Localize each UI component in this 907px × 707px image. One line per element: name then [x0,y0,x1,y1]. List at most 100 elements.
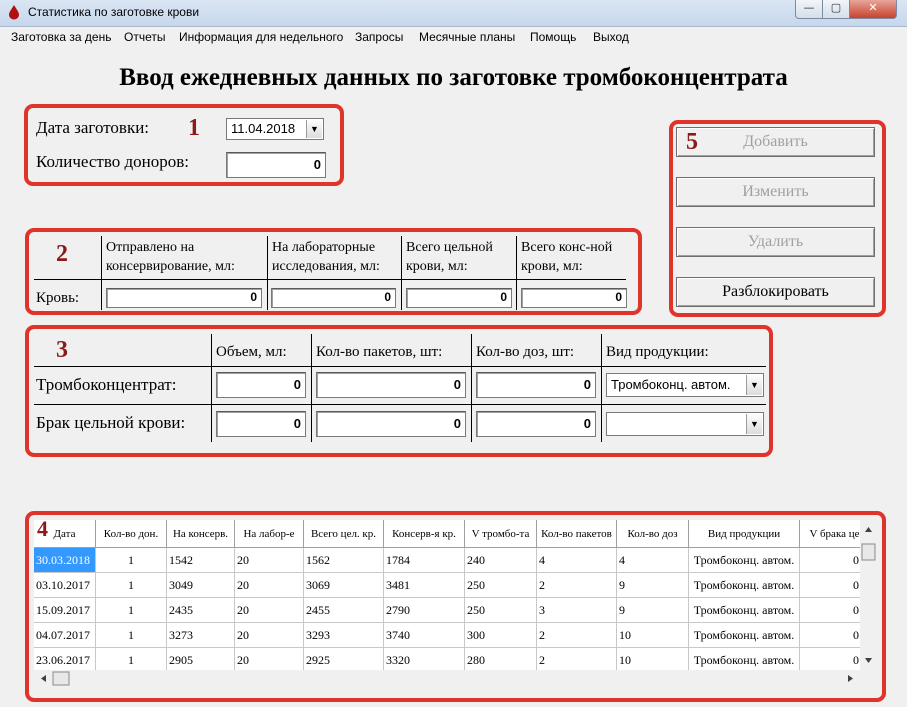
col-header-donors[interactable]: Кол-во дон. [96,520,167,548]
col-header-conserve[interactable]: На консерв. [167,520,235,548]
table-cell-date[interactable]: 03.10.2017 [34,573,96,598]
platelet-doses-field[interactable]: 0 [476,372,596,398]
table-cell-donors[interactable]: 1 [96,623,167,648]
table-cell-whole-blood[interactable]: 3069 [304,573,384,598]
unlock-button[interactable]: Разблокировать [676,277,875,307]
table-cell-donors[interactable]: 1 [96,573,167,598]
close-button[interactable]: ✕ [849,0,897,19]
chevron-down-icon[interactable]: ▼ [746,375,762,395]
table-cell-platelet-volume[interactable]: 300 [465,623,537,648]
col-header-cons-blood[interactable]: Консерв-я кр. [384,520,465,548]
table-cell-defect-volume[interactable]: 0 [800,548,860,573]
table-cell-defect-volume[interactable]: 0 [800,598,860,623]
table-cell-conserve[interactable]: 2435 [167,598,235,623]
chevron-down-icon[interactable]: ▼ [306,120,322,138]
table-cell-packs[interactable]: 2 [537,623,617,648]
menu-reports[interactable]: Отчеты [124,30,165,44]
table-cell-packs[interactable]: 2 [537,573,617,598]
table-cell-cons-blood[interactable]: 3320 [384,648,465,670]
menu-help[interactable]: Помощь [530,30,576,44]
table-cell-cons-blood[interactable]: 2790 [384,598,465,623]
lab-tests-field[interactable]: 0 [271,288,396,308]
defect-volume-field[interactable]: 0 [216,411,306,437]
table-cell-whole-blood[interactable]: 2925 [304,648,384,670]
edit-button[interactable]: Изменить [676,177,875,207]
chevron-down-icon[interactable]: ▼ [746,414,762,434]
defect-packs-field[interactable]: 0 [316,411,466,437]
defect-doses-field[interactable]: 0 [476,411,596,437]
table-cell-conserve[interactable]: 3049 [167,573,235,598]
add-button[interactable]: Добавить [676,127,875,157]
table-cell-product[interactable]: Тромбоконц. автом. [689,623,800,648]
table-cell-doses[interactable]: 4 [617,548,689,573]
table-cell-date[interactable]: 04.07.2017 [34,623,96,648]
minimize-button[interactable]: — [795,0,823,19]
table-cell-lab[interactable]: 20 [235,548,304,573]
table-cell-cons-blood[interactable]: 3481 [384,573,465,598]
table-cell-product[interactable]: Тромбоконц. автом. [689,648,800,670]
date-picker[interactable]: 11.04.2018 ▼ [226,118,324,140]
table-cell-product[interactable]: Тромбоконц. автом. [689,548,800,573]
delete-button[interactable]: Удалить [676,227,875,257]
vertical-scrollbar[interactable] [860,520,877,670]
maximize-button[interactable]: ▢ [822,0,850,19]
table-cell-lab[interactable]: 20 [235,598,304,623]
table-cell-platelet-volume[interactable]: 250 [465,573,537,598]
table-cell-donors[interactable]: 1 [96,648,167,670]
cons-blood-field[interactable]: 0 [521,288,627,308]
menu-weekly-info[interactable]: Информация для недельного [179,30,343,44]
platelet-packs-field[interactable]: 0 [316,372,466,398]
table-cell-platelet-volume[interactable]: 280 [465,648,537,670]
menu-daily-collection[interactable]: Заготовка за день [11,30,111,44]
table-cell-conserve[interactable]: 3273 [167,623,235,648]
table-cell-product[interactable]: Тромбоконц. автом. [689,598,800,623]
platelet-volume-field[interactable]: 0 [216,372,306,398]
records-table[interactable]: Дата Кол-во дон. На консерв. На лабор-е … [34,520,860,670]
sent-conserve-field[interactable]: 0 [106,288,262,308]
table-cell-defect-volume[interactable]: 0 [800,623,860,648]
col-header-lab[interactable]: На лабор-е [235,520,304,548]
whole-blood-field[interactable]: 0 [406,288,512,308]
table-cell-defect-volume[interactable]: 0 [800,573,860,598]
table-cell-packs[interactable]: 2 [537,648,617,670]
donors-field[interactable]: 0 [226,152,326,178]
col-header-platelet-volume[interactable]: V тромбо-та [465,520,537,548]
table-cell-doses[interactable]: 9 [617,573,689,598]
col-header-product[interactable]: Вид продукции [689,520,800,548]
table-cell-whole-blood[interactable]: 2455 [304,598,384,623]
table-cell-doses[interactable]: 9 [617,598,689,623]
table-cell-packs[interactable]: 4 [537,548,617,573]
table-cell-donors[interactable]: 1 [96,548,167,573]
menu-monthly-plans[interactable]: Месячные планы [419,30,515,44]
vertical-scrollbar-graphic [861,527,876,663]
table-cell-conserve[interactable]: 1542 [167,548,235,573]
horizontal-scrollbar[interactable] [34,670,860,687]
table-cell-platelet-volume[interactable]: 240 [465,548,537,573]
table-cell-cons-blood[interactable]: 3740 [384,623,465,648]
table-cell-platelet-volume[interactable]: 250 [465,598,537,623]
menu-queries[interactable]: Запросы [355,30,403,44]
col-header-doses[interactable]: Кол-во доз [617,520,689,548]
defect-product-select[interactable]: ▼ [606,412,764,436]
table-cell-packs[interactable]: 3 [537,598,617,623]
table-cell-date[interactable]: 23.06.2017 [34,648,96,670]
table-cell-cons-blood[interactable]: 1784 [384,548,465,573]
platelet-product-select[interactable]: Тромбоконц. автом. ▼ [606,373,764,397]
table-cell-whole-blood[interactable]: 1562 [304,548,384,573]
menu-exit[interactable]: Выход [593,30,629,44]
table-cell-doses[interactable]: 10 [617,648,689,670]
table-cell-conserve[interactable]: 2905 [167,648,235,670]
table-cell-donors[interactable]: 1 [96,598,167,623]
col-header-defect-volume[interactable]: V брака це [800,520,860,548]
table-cell-doses[interactable]: 10 [617,623,689,648]
table-cell-date[interactable]: 15.09.2017 [34,598,96,623]
table-cell-defect-volume[interactable]: 0 [800,648,860,670]
table-cell-product[interactable]: Тромбоконц. автом. [689,573,800,598]
table-cell-date[interactable]: 30.03.2018 [34,548,96,573]
table-cell-whole-blood[interactable]: 3293 [304,623,384,648]
table-cell-lab[interactable]: 20 [235,573,304,598]
col-header-packs[interactable]: Кол-во пакетов [537,520,617,548]
col-header-whole-blood[interactable]: Всего цел. кр. [304,520,384,548]
table-cell-lab[interactable]: 20 [235,623,304,648]
table-cell-lab[interactable]: 20 [235,648,304,670]
